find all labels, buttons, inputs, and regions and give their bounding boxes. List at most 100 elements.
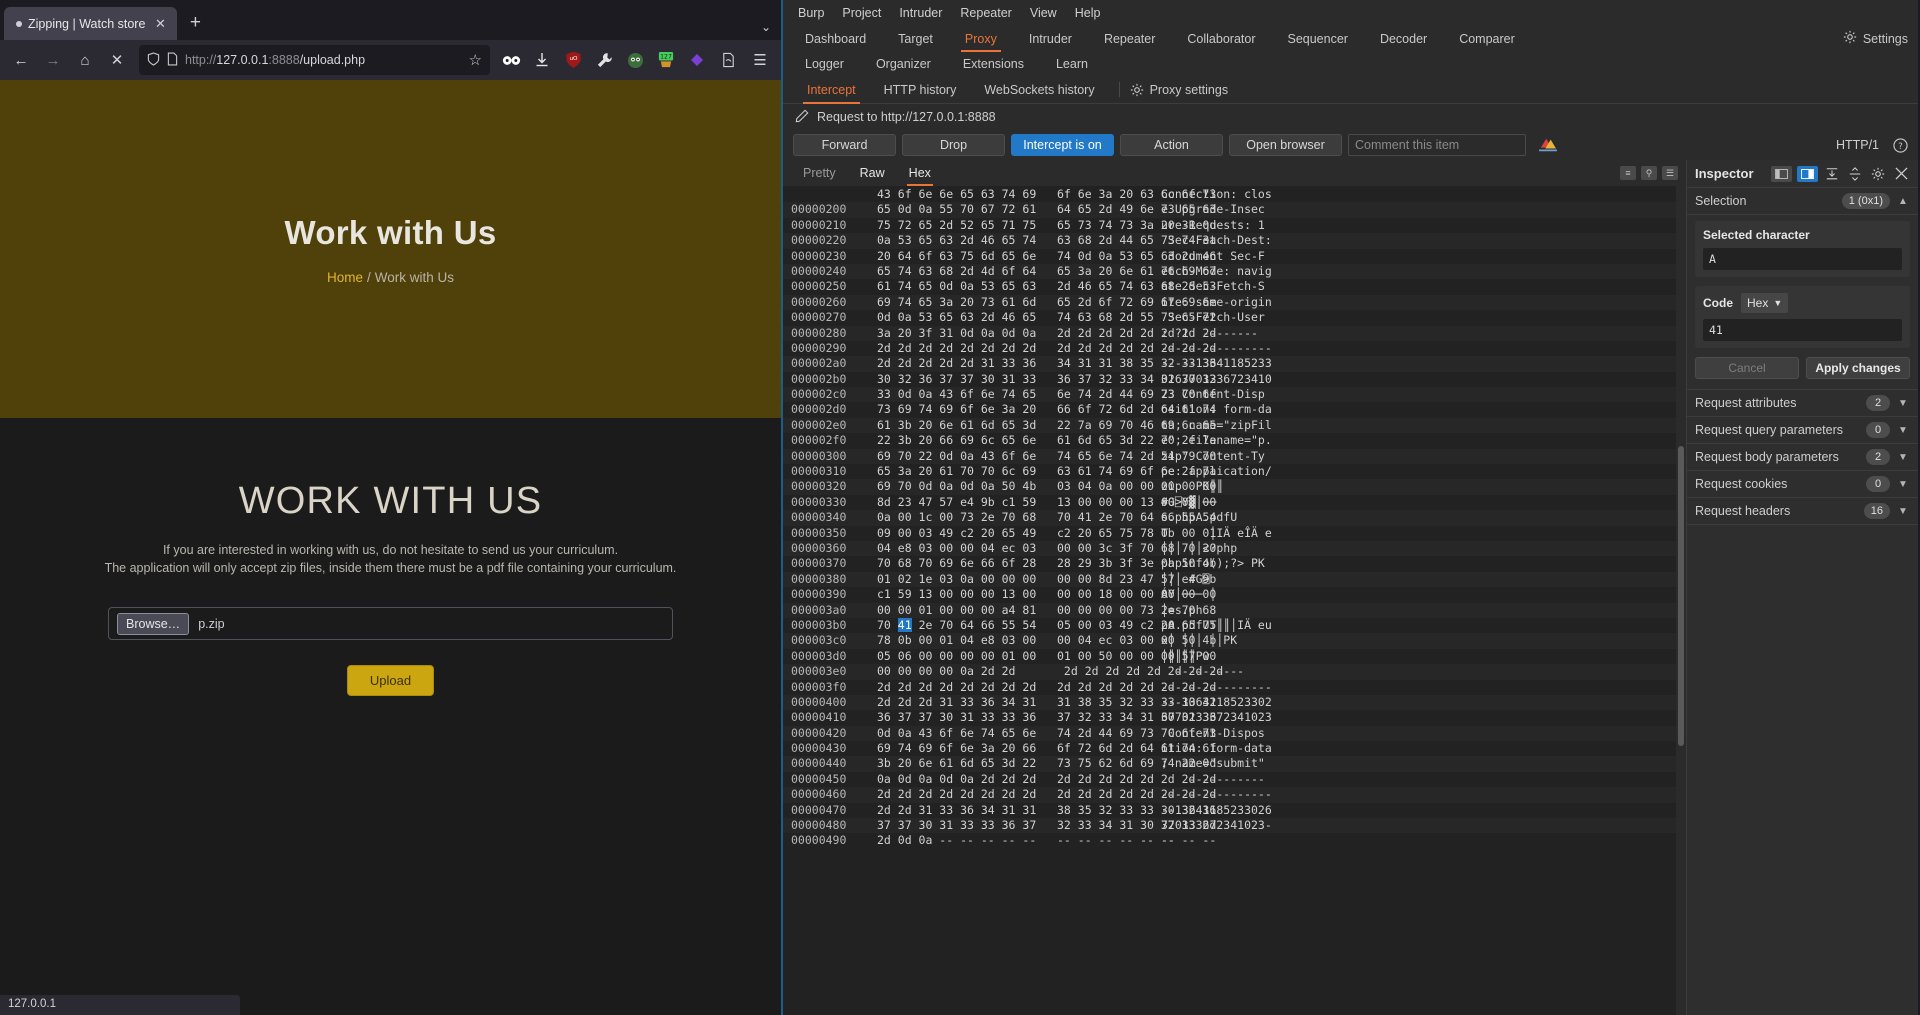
hex-bytes[interactable]: 8d 23 47 57 e4 9b c1 59 13 00 00 00 13 0… bbox=[867, 495, 1216, 510]
gear-icon[interactable] bbox=[1130, 83, 1144, 97]
hex-ascii[interactable]: e"; filename="p. bbox=[1147, 433, 1272, 448]
hex-ascii[interactable]: document Sec-F bbox=[1147, 249, 1265, 264]
hex-bytes[interactable]: 22 3b 20 66 69 6c 65 6e 61 6d 65 3d 22 7… bbox=[867, 433, 1216, 448]
hex-ascii[interactable]: : ?1 -------- bbox=[1147, 326, 1258, 341]
hex-bytes[interactable]: 2d 2d 31 33 36 34 31 31 38 35 32 33 33 3… bbox=[867, 803, 1216, 818]
hex-ascii[interactable]: 6770133672341023 bbox=[1147, 710, 1272, 725]
hex-row[interactable]: 00000470 2d 2d 31 33 36 34 31 31 38 35 32… bbox=[783, 803, 1676, 818]
hex-ascii[interactable]: zip PK║║ bbox=[1147, 479, 1223, 494]
hex-ascii[interactable]: pe: application/ bbox=[1147, 464, 1272, 479]
chevron-down-icon[interactable]: ▼ bbox=[1896, 506, 1910, 517]
hex-bytes[interactable]: 0d 0a 43 6f 6e 74 65 6e 74 2d 44 69 73 7… bbox=[867, 726, 1216, 741]
hex-ascii[interactable]: ÁY│─── │ bbox=[1147, 587, 1216, 602]
apply-changes-button[interactable]: Apply changes bbox=[1806, 357, 1910, 379]
hex-ascii[interactable]: 770133672341023- bbox=[1147, 818, 1272, 833]
forward-button[interactable]: Forward bbox=[793, 134, 896, 156]
format-tab-pretty[interactable]: Pretty bbox=[791, 164, 848, 182]
hex-row[interactable]: 000002b0 30 32 36 37 37 30 31 33 36 37 32… bbox=[783, 372, 1676, 387]
tab-extensions[interactable]: Extensions bbox=[947, 55, 1040, 73]
wrench-icon[interactable] bbox=[590, 46, 618, 74]
menu-item-help[interactable]: Help bbox=[1066, 4, 1110, 22]
settings-label[interactable]: Settings bbox=[1863, 32, 1908, 46]
hex-row[interactable]: 000003f0 2d 2d 2d 2d 2d 2d 2d 2d 2d 2d 2d… bbox=[783, 680, 1676, 695]
hex-byte-selected[interactable]: 41 bbox=[897, 617, 912, 632]
hex-row[interactable]: 000002c0 33 0d 0a 43 6f 6e 74 65 6e 74 2d… bbox=[783, 387, 1676, 403]
hex-bytes[interactable]: c1 59 13 00 00 00 13 00 00 00 18 00 00 0… bbox=[867, 587, 1216, 602]
hex-bytes[interactable]: 20 64 6f 63 75 6d 65 6e 74 0d 0a 53 65 6… bbox=[867, 249, 1216, 264]
hex-row[interactable]: 00000330 8d 23 47 57 e4 9b c1 59 13 00 00… bbox=[783, 495, 1676, 510]
hex-row[interactable]: 00000310 65 3a 20 61 70 70 6c 69 63 61 74… bbox=[783, 464, 1676, 479]
hex-row[interactable]: 000002d0 73 69 74 69 6f 6e 3a 20 66 6f 72… bbox=[783, 402, 1676, 417]
hex-ascii[interactable]: pA.pdfUT║║│IÄ eu bbox=[1147, 618, 1272, 633]
hex-bytes[interactable]: 05 06 00 00 00 00 01 00 01 00 50 00 00 0… bbox=[867, 649, 1216, 664]
hex-ascii[interactable]: ; name="submit" bbox=[1147, 756, 1265, 771]
hex-ascii[interactable]: ition: form-data bbox=[1147, 741, 1272, 756]
tab-dashboard[interactable]: Dashboard bbox=[789, 30, 882, 48]
hex-ascii[interactable]: phpinfo();?> PK bbox=[1147, 556, 1265, 571]
chevron-down-icon[interactable]: ▼ bbox=[1896, 452, 1910, 463]
inspector-section-request-attributes[interactable]: Request attributes 2 ▼ bbox=[1687, 390, 1918, 417]
hex-bytes[interactable]: 69 74 69 6f 6e 3a 20 66 6f 72 6d 2d 64 6… bbox=[867, 741, 1216, 756]
menu-item-intruder[interactable]: Intruder bbox=[890, 4, 951, 22]
tab-collaborator[interactable]: Collaborator bbox=[1171, 30, 1271, 48]
page-info-icon[interactable] bbox=[167, 51, 178, 69]
download-icon[interactable] bbox=[528, 46, 556, 74]
hex-ascii[interactable]: │││ ││<?php bbox=[1147, 541, 1237, 556]
hex-row[interactable]: 00000280 3a 20 3f 31 0d 0a 0d 0a 2d 2d 2d… bbox=[783, 325, 1676, 341]
hex-row[interactable]: 00000440 3b 20 6e 61 6d 65 3d 22 73 75 62… bbox=[783, 756, 1676, 772]
hex-ascii[interactable]: T │IÄ eÎÄ e bbox=[1147, 526, 1272, 541]
hex-ascii[interactable]: e Upgrade-Insec bbox=[1147, 202, 1265, 217]
hex-row[interactable]: 00000390 c1 59 13 00 00 00 13 00 00 00 18… bbox=[783, 587, 1676, 602]
hex-ascii[interactable]: ure-Requests: 1 bbox=[1147, 218, 1265, 233]
open-browser-button[interactable]: Open browser bbox=[1229, 134, 1342, 156]
hex-row[interactable]: 00000290 2d 2d 2d 2d 2d 2d 2d 2d 2d 2d 2d… bbox=[783, 341, 1676, 356]
hex-bytes[interactable]: 2d 2d 2d 31 33 36 34 31 31 38 35 32 33 3… bbox=[867, 695, 1216, 710]
gear-icon[interactable] bbox=[1869, 165, 1887, 183]
hex-ascii[interactable]: ---------- bbox=[1147, 664, 1244, 679]
menu-icon[interactable]: ☰ bbox=[1662, 166, 1678, 180]
hex-bytes[interactable]: 0a 0d 0a 0d 0a 2d 2d 2d 2d 2d 2d 2d 2d 2… bbox=[867, 772, 1216, 787]
hex-row[interactable]: 43 6f 6e 6e 65 63 74 69 6f 6e 3a 20 63 6… bbox=[783, 187, 1676, 202]
hex-ascii[interactable]: s.phpA.pdfU bbox=[1147, 510, 1237, 525]
chevron-down-icon[interactable]: ▼ bbox=[1896, 425, 1910, 436]
app-menu-button[interactable]: ☰ bbox=[745, 45, 775, 75]
hex-bytes[interactable]: 70 68 70 69 6e 66 6f 28 28 29 3b 3f 3e 0… bbox=[867, 556, 1216, 571]
hex-row[interactable]: 00000350 09 00 03 49 c2 20 65 49 c2 20 65… bbox=[783, 526, 1676, 541]
hex-bytes[interactable]: 65 0d 0a 55 70 67 72 61 64 65 2d 49 6e 7… bbox=[867, 202, 1216, 217]
hex-ascii[interactable]: 0267701336723410 bbox=[1147, 372, 1272, 387]
hex-row[interactable]: 00000210 75 72 65 2d 52 65 71 75 65 73 74… bbox=[783, 218, 1676, 233]
hex-row[interactable]: 00000430 69 74 69 6f 6e 3a 20 66 6f 72 6d… bbox=[783, 741, 1676, 756]
hex-bytes[interactable]: 61 3b 20 6e 61 6d 65 3d 22 7a 69 70 46 6… bbox=[867, 418, 1216, 433]
inspector-section-request-headers[interactable]: Request headers 16 ▼ bbox=[1687, 498, 1918, 525]
close-icon[interactable] bbox=[1892, 165, 1910, 183]
forward-button[interactable]: → bbox=[38, 45, 68, 75]
hex-bytes[interactable]: 2d 2d 2d 2d 2d 2d 2d 2d 2d 2d 2d 2d 2d 2… bbox=[867, 341, 1216, 356]
menu-item-repeater[interactable]: Repeater bbox=[951, 4, 1020, 22]
file-input[interactable]: Browse… p.zip bbox=[108, 607, 673, 640]
hex-bytes[interactable]: 33 0d 0a 43 6f 6e 74 65 6e 74 2d 44 69 7… bbox=[867, 387, 1216, 402]
hex-bytes[interactable]: 04 e8 03 00 00 04 ec 03 00 00 3c 3f 70 6… bbox=[867, 541, 1216, 556]
subtab-http-history[interactable]: HTTP history bbox=[870, 80, 971, 100]
back-button[interactable]: ← bbox=[6, 45, 36, 75]
hex-row[interactable]: 000002a0 2d 2d 2d 2d 2d 31 33 36 34 31 31… bbox=[783, 356, 1676, 372]
hex-row[interactable]: 00000490 2d 0d 0a -- -- -- -- -- -- -- --… bbox=[783, 833, 1676, 848]
hex-ascii[interactable]: osition: form-da bbox=[1147, 402, 1272, 417]
cancel-button[interactable]: Cancel bbox=[1695, 357, 1799, 379]
inspector-section-request-body-parameters[interactable]: Request body parameters 2 ▼ bbox=[1687, 444, 1918, 471]
hex-ascii[interactable]: -----13641185233 bbox=[1147, 356, 1272, 371]
hex-ascii[interactable]: ---------------- bbox=[1147, 680, 1272, 695]
hex-ascii[interactable]: ate Sec-Fetch-S bbox=[1147, 279, 1265, 294]
layout-right-icon[interactable] bbox=[1797, 165, 1818, 182]
hex-bytes[interactable]: 09 00 03 49 c2 20 65 49 c2 20 65 75 78 0… bbox=[867, 526, 1216, 541]
tab-comparer[interactable]: Comparer bbox=[1443, 30, 1531, 48]
hex-row[interactable]: 00000270 0d 0a 53 65 63 2d 46 65 74 63 68… bbox=[783, 310, 1676, 325]
hex-bytes[interactable]: 75 72 65 2d 52 65 71 75 65 73 74 73 3a 2… bbox=[867, 218, 1216, 233]
tab-target[interactable]: Target bbox=[882, 30, 949, 48]
selection-section-header[interactable]: Selection 1 (0x1) ▲ bbox=[1687, 188, 1918, 215]
hex-bytes[interactable]: 69 70 0d 0a 0d 0a 50 4b 03 04 0a 00 00 0… bbox=[867, 479, 1216, 494]
hex-ascii[interactable]: x│ │││ ││PK bbox=[1147, 633, 1237, 648]
hex-ascii[interactable]: ---------------- bbox=[1147, 787, 1272, 802]
hex-row[interactable]: 00000360 04 e8 03 00 00 04 ec 03 00 00 3c… bbox=[783, 540, 1676, 557]
list-all-tabs-icon[interactable]: ⌄ bbox=[761, 20, 771, 34]
hex-row[interactable]: 00000260 69 74 65 3a 20 73 61 6d 65 2d 6f… bbox=[783, 294, 1676, 311]
